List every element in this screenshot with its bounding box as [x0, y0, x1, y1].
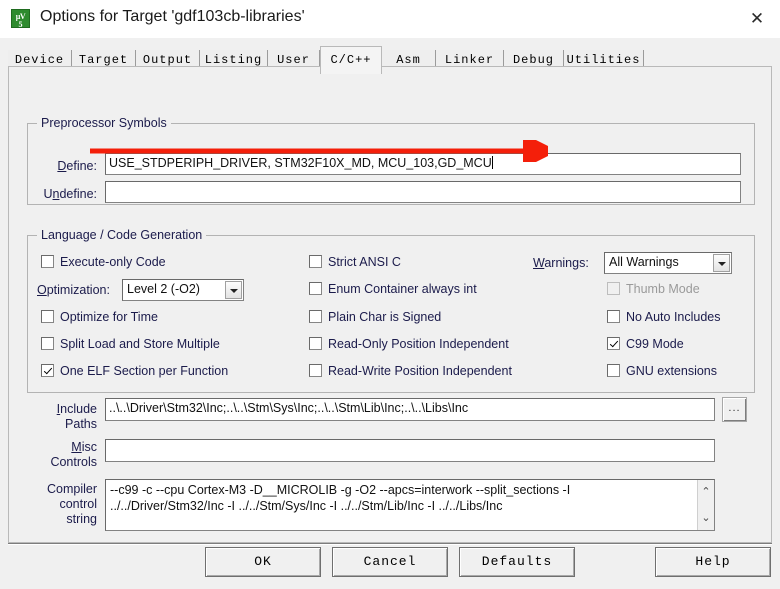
scroll-up-icon[interactable]: ⌃ — [698, 484, 714, 500]
checkbox-label: Plain Char is Signed — [328, 310, 441, 324]
misc-controls-label-line1: Misc — [39, 440, 97, 454]
include-paths-browse-button[interactable]: ... — [722, 397, 747, 422]
checkbox-label: Strict ANSI C — [328, 255, 401, 269]
checkbox-label: C99 Mode — [626, 337, 684, 351]
tab-label: Listing — [205, 53, 262, 67]
close-icon[interactable]: ✕ — [734, 0, 780, 37]
compiler-control-scrollbar[interactable]: ⌃ ⌄ — [697, 480, 714, 530]
cancel-button[interactable]: Cancel — [332, 547, 448, 577]
checkbox-label: One ELF Section per Function — [60, 364, 228, 378]
tab-label: Device — [15, 53, 64, 67]
tab-c-c[interactable]: C/C++ — [320, 46, 382, 74]
define-input[interactable]: USE_STDPERIPH_DRIVER, STM32F10X_MD, MCU_… — [105, 153, 741, 175]
title-bar: µV5 Options for Target 'gdf103cb-librari… — [0, 0, 780, 39]
preprocessor-group-title: Preprocessor Symbols — [37, 116, 171, 130]
checkbox-label: No Auto Includes — [626, 310, 721, 324]
chevron-down-icon[interactable] — [713, 254, 730, 272]
define-label: Define: — [29, 159, 97, 173]
browse-dots-icon: ... — [723, 403, 746, 414]
scroll-down-icon[interactable]: ⌄ — [698, 510, 714, 526]
undefine-label: Undefine: — [23, 187, 97, 201]
checkbox-label: GNU extensions — [626, 364, 717, 378]
checkbox-strict-ansi-c[interactable]: Strict ANSI C — [309, 255, 401, 269]
compiler-control-string-textarea[interactable]: --c99 -c --cpu Cortex-M3 -D__MICROLIB -g… — [105, 479, 715, 531]
include-paths-label-line1: Include — [39, 402, 97, 416]
checkbox-split-load-and-store-multiple[interactable]: Split Load and Store Multiple — [41, 337, 220, 351]
checkbox-box — [41, 364, 54, 377]
tab-label: Asm — [396, 53, 421, 67]
checkbox-box — [309, 282, 322, 295]
checkbox-label: Optimize for Time — [60, 310, 158, 324]
misc-controls-input[interactable] — [105, 439, 715, 462]
tab-label: Linker — [445, 53, 494, 67]
checkbox-read-write-position-independent[interactable]: Read-Write Position Independent — [309, 364, 512, 378]
include-paths-label-line2: Paths — [39, 417, 97, 431]
compiler-control-label-line2: control — [29, 497, 97, 511]
checkbox-label: Execute-only Code — [60, 255, 166, 269]
tab-label: Debug — [513, 53, 554, 67]
define-value: USE_STDPERIPH_DRIVER, STM32F10X_MD, MCU_… — [109, 156, 492, 170]
checkbox-box — [607, 310, 620, 323]
checkbox-box — [41, 255, 54, 268]
checkbox-execute-only-code[interactable]: Execute-only Code — [41, 255, 166, 269]
language-group-title: Language / Code Generation — [37, 228, 206, 242]
checkbox-thumb-mode[interactable]: Thumb Mode — [607, 282, 700, 296]
ok-button[interactable]: OK — [205, 547, 321, 577]
checkbox-box — [607, 282, 620, 295]
help-button[interactable]: Help — [655, 547, 771, 577]
checkbox-label: Enum Container always int — [328, 282, 477, 296]
tab-label: Output — [143, 53, 192, 67]
checkbox-one-elf-section-per-function[interactable]: One ELF Section per Function — [41, 364, 228, 378]
compiler-control-label-line3: string — [29, 512, 97, 526]
optimization-label: Optimization: — [37, 283, 110, 297]
tab-page-cpp: Preprocessor Symbols Define: USE_STDPERI… — [8, 66, 772, 543]
checkbox-label: Thumb Mode — [626, 282, 700, 296]
window-title: Options for Target 'gdf103cb-libraries' — [40, 8, 305, 26]
checkbox-box — [309, 310, 322, 323]
chevron-down-icon[interactable] — [225, 281, 242, 299]
tab-label: User — [277, 53, 310, 67]
optimization-select[interactable]: Level 2 (-O2) — [122, 279, 244, 301]
optimization-value: Level 2 (-O2) — [127, 282, 200, 296]
checkbox-label: Read-Only Position Independent — [328, 337, 509, 351]
tab-label: C/C++ — [330, 53, 371, 67]
keil-uvision5-icon: µV5 — [11, 9, 30, 28]
defaults-button[interactable]: Defaults — [459, 547, 575, 577]
checkbox-optimize-for-time[interactable]: Optimize for Time — [41, 310, 158, 324]
checkbox-enum-container-always-int[interactable]: Enum Container always int — [309, 282, 477, 296]
text-caret — [492, 156, 493, 169]
undefine-input[interactable] — [105, 181, 741, 203]
compiler-control-line-1: --c99 -c --cpu Cortex-M3 -D__MICROLIB -g… — [110, 482, 710, 498]
checkbox-label: Split Load and Store Multiple — [60, 337, 220, 351]
checkbox-box — [309, 337, 322, 350]
checkbox-box — [607, 337, 620, 350]
checkbox-box — [309, 255, 322, 268]
warnings-label: Warnings: — [533, 256, 589, 270]
footer-separator — [8, 543, 772, 545]
options-dialog: Device Target Output Listing User C/C++ Asm Lin… — [0, 38, 780, 589]
compiler-control-line-2: ../../Driver/Stm32/Inc -I ../../Stm/Sys/… — [110, 498, 710, 514]
misc-controls-label-line2: Controls — [29, 455, 97, 469]
checkbox-box — [41, 310, 54, 323]
checkbox-gnu-extensions[interactable]: GNU extensions — [607, 364, 717, 378]
checkbox-plain-char-is-signed[interactable]: Plain Char is Signed — [309, 310, 441, 324]
compiler-control-label-line1: Compiler — [29, 482, 97, 496]
checkbox-label: Read-Write Position Independent — [328, 364, 512, 378]
checkbox-box — [309, 364, 322, 377]
checkbox-read-only-position-independent[interactable]: Read-Only Position Independent — [309, 337, 509, 351]
checkbox-box — [41, 337, 54, 350]
warnings-value: All Warnings — [609, 255, 679, 269]
warnings-select[interactable]: All Warnings — [604, 252, 732, 274]
tab-label: Target — [79, 53, 128, 67]
include-paths-input[interactable]: ..\..\Driver\Stm32\Inc;..\..\Stm\Sys\Inc… — [105, 398, 715, 421]
checkbox-c99-mode[interactable]: C99 Mode — [607, 337, 684, 351]
checkbox-box — [607, 364, 620, 377]
tab-label: Utilities — [567, 53, 641, 67]
checkbox-no-auto-includes[interactable]: No Auto Includes — [607, 310, 721, 324]
